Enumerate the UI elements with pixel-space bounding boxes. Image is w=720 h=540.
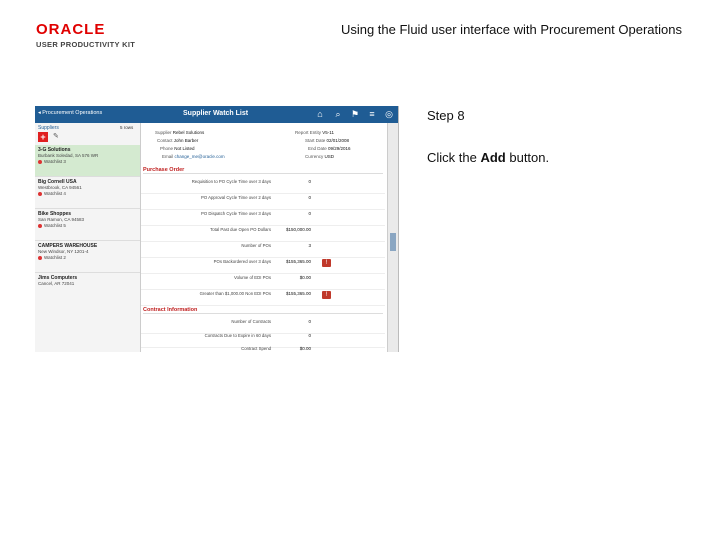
supplier-watch: Watchlist 3 [44, 159, 66, 164]
table-row: Contract Spend $0.00 [141, 346, 385, 352]
search-icon[interactable]: ⌕ [333, 109, 343, 119]
supplier-label: Supplier [155, 130, 172, 135]
phone-value: Not Listed [174, 146, 195, 151]
app-screenshot: ◂ Procurement Operations Supplier Watch … [35, 106, 399, 352]
contact-label: Contact [157, 138, 173, 143]
compass-icon[interactable]: ◎ [384, 109, 394, 119]
app-title: Supplier Watch List [183, 110, 249, 117]
alert-icon[interactable]: ! [322, 291, 331, 299]
table-row: Number of Contracts 0 [141, 319, 385, 334]
supplier-list-panel: Suppliers 5 rows + ✎ 3-G Solutions Burba… [35, 123, 141, 352]
list-item[interactable]: Big Cornell USA Westbrook, CA 94561 Watc… [35, 177, 140, 209]
step-number: Step 8 [427, 108, 465, 123]
list-item[interactable]: Bike Shoppes San Ramon, CA 94583 Watchli… [35, 209, 140, 241]
edit-icon[interactable]: ✎ [53, 132, 61, 142]
metric-value: $0.00 [299, 275, 311, 280]
suppliers-heading: Suppliers [38, 125, 59, 131]
home-icon[interactable]: ⌂ [315, 109, 325, 119]
purchase-order-heading: Purchase Order [143, 167, 383, 174]
list-item[interactable]: 3-G Solutions Burbank Soledad, SA 576 WR… [35, 145, 140, 177]
report-entity-label: Report Entity [295, 130, 322, 135]
table-row: POs Backordered over 3 days $155,365.00! [141, 259, 385, 274]
supplier-name: 3-G Solutions [38, 147, 71, 153]
metric-label: PO Approval Cycle Time over 2 days [201, 195, 271, 200]
table-row: Number of POs 3 [141, 243, 385, 258]
metric-value: 0 [308, 319, 311, 324]
metric-label: Volume of EDI POs [233, 275, 271, 280]
back-link[interactable]: ◂ Procurement Operations [38, 110, 102, 116]
metric-value: $150,000.00 [285, 227, 311, 232]
alert-icon[interactable]: ! [322, 259, 331, 267]
watch-icon [38, 255, 42, 260]
list-item[interactable]: CAMPERS WAREHOUSE New Windsor, NY 1201-4… [35, 241, 140, 273]
metric-value: 3 [308, 243, 311, 248]
instruction-target: Add [480, 150, 506, 165]
supplier-detail-panel: Supplier Rebel Solutions Contact John Ba… [141, 123, 385, 352]
supplier-value: Rebel Solutions [172, 130, 205, 135]
table-row: PO Dispatch Cycle Time over 3 days 0 [141, 211, 385, 226]
supplier-watch: Watchlist 5 [44, 223, 66, 228]
table-row: Total Past due Open PO Dollars $150,000.0… [141, 227, 385, 242]
metric-label: POs Backordered over 3 days [213, 259, 271, 264]
instruction-suffix: button. [505, 150, 550, 165]
flag-icon[interactable]: ⚑ [350, 109, 360, 119]
instruction-prefix: Click the [427, 150, 481, 165]
list-item[interactable]: Jims Computers Cancel, AR 72041 [35, 273, 140, 304]
table-row: PO Approval Cycle Time over 2 days 0 [141, 195, 385, 210]
logo-text: ORACLE [36, 21, 106, 38]
row-count: 5 rows [120, 125, 134, 130]
watch-icon [38, 223, 42, 228]
metric-value: $155,365.00 [285, 291, 311, 296]
logo-subtitle: USER PRODUCTIVITY KIT [36, 40, 136, 49]
report-entity-value: V5-11 [322, 130, 334, 135]
metric-value: 0 [308, 211, 311, 216]
scrollbar-thumb[interactable] [390, 233, 396, 251]
supplier-name: Bike Shoppes [38, 211, 72, 217]
metric-label: Total Past due Open PO Dollars [210, 227, 271, 232]
metric-value: 0 [308, 179, 311, 184]
supplier-watch: Watchlist 4 [44, 191, 66, 196]
start-date-label: Start Date [305, 138, 326, 143]
table-row: Volume of EDI POs $0.00 [141, 275, 385, 290]
metric-label: Number of POs [241, 243, 271, 248]
currency-value: USD [324, 154, 335, 159]
app-header: ◂ Procurement Operations Supplier Watch … [35, 106, 398, 123]
metric-value: 0 [308, 333, 311, 338]
menu-icon[interactable]: ≡ [367, 109, 377, 119]
metric-label: Greater than $1,000.00 Non EDI POs [199, 291, 271, 296]
metric-label: Requisition to PO Cycle Time over 3 days [191, 179, 271, 184]
supplier-name: Jims Computers [38, 275, 78, 281]
supplier-name: Big Cornell USA [38, 179, 77, 185]
add-button[interactable]: + [38, 132, 48, 142]
start-date-value: 02/01/2008 [326, 138, 350, 143]
currency-label: Currency [305, 154, 324, 159]
supplier-name: CAMPERS WAREHOUSE [38, 243, 98, 249]
end-date-label: End Date [308, 146, 327, 151]
watch-icon [38, 191, 42, 196]
page-title: Using the Fluid user interface with Proc… [340, 22, 682, 37]
table-row: Requisition to PO Cycle Time over 3 days… [141, 179, 385, 194]
table-row: Greater than $1,000.00 Non EDI POs $155,3… [141, 291, 385, 306]
watch-icon [38, 159, 42, 164]
metric-value: 0 [308, 195, 311, 200]
metric-label: Contract Spend [241, 346, 271, 351]
contact-value: John Barber [173, 138, 199, 143]
supplier-address: Cancel, AR 72041 [38, 281, 75, 286]
supplier-watch: Watchlist 2 [44, 255, 66, 260]
metric-label: Number of Contracts [231, 319, 271, 324]
scrollbar[interactable] [387, 123, 398, 352]
metric-label: Contracts Due to Expire in 60 days [204, 333, 271, 338]
end-date-value: 09/29/2016 [328, 146, 351, 151]
metric-label: PO Dispatch Cycle Time over 3 days [201, 211, 271, 216]
oracle-logo: ORACLE USER PRODUCTIVITY KIT [36, 22, 156, 49]
instruction-text: Click the Add button. [427, 150, 549, 165]
metric-value: $0.00 [299, 346, 311, 351]
phone-label: Phone [160, 146, 174, 151]
email-label: Email [162, 154, 174, 159]
metric-value: $155,365.00 [285, 259, 311, 264]
email-value[interactable]: change_me@oracle.com [175, 154, 225, 159]
contract-information-heading: Contract Information [143, 307, 383, 314]
